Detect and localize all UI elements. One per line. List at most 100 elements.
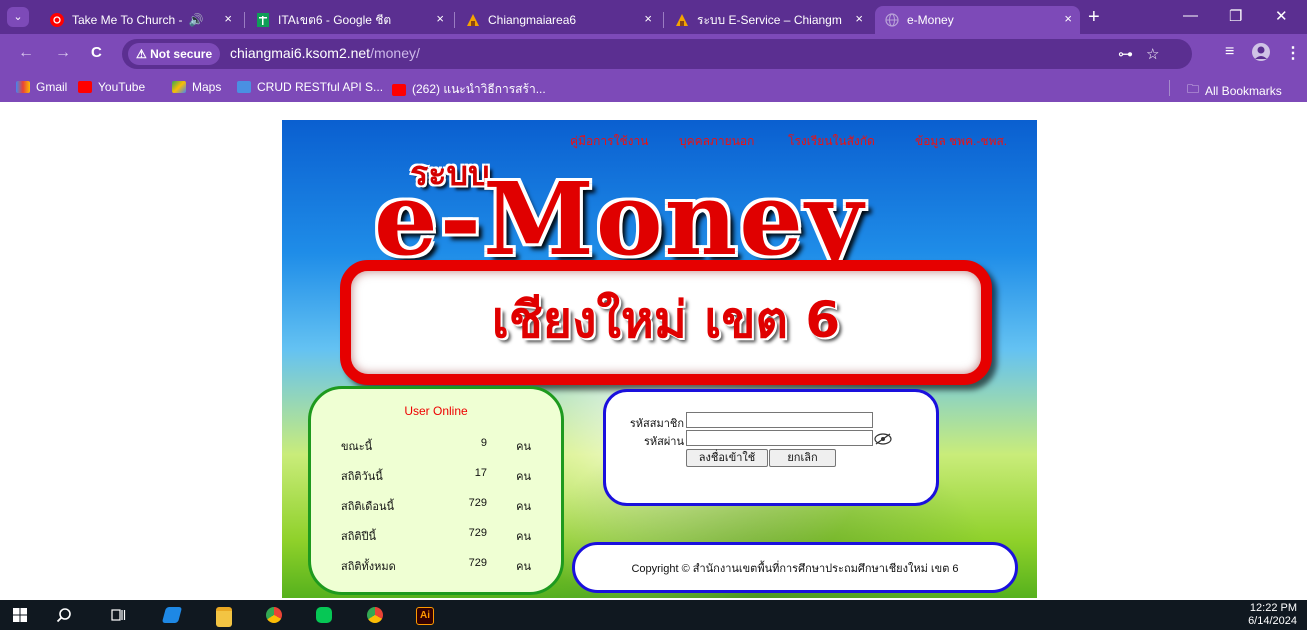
tab-e-money[interactable]: e-Money × xyxy=(875,6,1080,34)
stat-row: สถิติเดือนนี้ 729 คน xyxy=(341,497,531,513)
tab-search-button[interactable]: ⌄ xyxy=(7,7,29,27)
login-button[interactable]: ลงชื่อเข้าใช้ xyxy=(686,449,768,467)
copyright-panel: Copyright © สำนักงานเขตพื้นที่การศึกษาปร… xyxy=(572,542,1018,593)
bookmark-maps[interactable]: Maps xyxy=(172,80,221,94)
chrome-icon[interactable] xyxy=(367,607,383,623)
user-online-panel: User Online ขณะนี้ 9 คน สถิติวันนี้ 17 คน สถ… xyxy=(308,386,564,595)
password-input[interactable] xyxy=(686,430,873,446)
close-tab-icon[interactable]: × xyxy=(436,11,444,26)
area-banner: เชียงใหม่ เขต 6 xyxy=(340,260,992,385)
stat-value: 729 xyxy=(468,497,487,509)
all-bookmarks[interactable]: 🗀 All Bookmarks xyxy=(1187,80,1282,101)
tablet-app-icon[interactable] xyxy=(161,607,183,623)
stat-row: สถิติวันนี้ 17 คน xyxy=(341,467,531,483)
taskbar: Ai 12:22 PM 6/14/2024 xyxy=(0,600,1307,630)
minimize-button[interactable]: — xyxy=(1183,7,1198,24)
youtube-music-icon xyxy=(50,13,64,27)
area-text: เชียงใหม่ เขต 6 xyxy=(491,291,841,349)
bookmarks-bar: Gmail YouTube Maps CRUD RESTful API S...… xyxy=(0,74,1307,102)
url-text[interactable]: chiangmai6.ksom2.net/money/ xyxy=(230,45,420,61)
tab-bar: ⌄ Take Me To Church - 🔊 × ITAเขต6 - Goog… xyxy=(0,0,1307,34)
bookmark-youtube-video[interactable]: (262) แนะนำวิธีการสร้า... xyxy=(392,80,546,99)
security-label: Not secure xyxy=(150,47,213,61)
stat-unit: คน xyxy=(516,561,531,573)
close-window-button[interactable]: ✕ xyxy=(1275,7,1288,25)
tab-title: Chiangmaiarea6 xyxy=(488,13,577,27)
tab-title: Take Me To Church - xyxy=(72,13,183,27)
menu-icon[interactable]: ⋮ xyxy=(1285,43,1301,63)
stat-value: 729 xyxy=(468,557,487,569)
all-bookmarks-label: All Bookmarks xyxy=(1205,83,1282,98)
tab-title: e-Money xyxy=(907,13,954,27)
globe-icon xyxy=(885,13,899,27)
reload-button[interactable]: C xyxy=(91,44,102,61)
tab-ita-sheets[interactable]: ITAเขต6 - Google ชีต × xyxy=(246,6,452,34)
stat-value: 17 xyxy=(474,467,487,479)
password-key-icon[interactable]: ⊶ xyxy=(1118,45,1133,63)
maps-icon xyxy=(172,81,186,93)
youtube-icon xyxy=(392,83,406,96)
bookmark-label: YouTube xyxy=(98,80,146,94)
bookmark-gmail[interactable]: Gmail xyxy=(16,80,67,94)
bookmark-youtube[interactable]: YouTube xyxy=(78,80,145,94)
gmail-icon xyxy=(16,81,30,93)
youtube-icon xyxy=(78,81,92,93)
tab-title: ITAเขต6 - Google ชีต xyxy=(278,12,392,27)
security-chip[interactable]: ⚠ Not secure xyxy=(128,43,221,65)
bookmark-crud-api[interactable]: CRUD RESTful API S... xyxy=(237,80,383,94)
folder-icon: 🗀 xyxy=(1187,82,1200,96)
speaker-icon[interactable]: 🔊 xyxy=(189,13,204,27)
forward-button[interactable]: → xyxy=(55,44,71,62)
monitor-icon xyxy=(237,81,251,93)
reading-list-icon[interactable]: ≡ xyxy=(1225,43,1234,61)
task-view-icon[interactable] xyxy=(110,607,126,623)
nav-outsiders-link[interactable]: บุคคลภายนอก xyxy=(679,132,754,151)
bookmark-label: Maps xyxy=(192,80,222,94)
stat-unit: คน xyxy=(516,441,531,453)
stat-row: สถิติทั้งหมด 729 คน xyxy=(341,557,531,573)
close-tab-icon[interactable]: × xyxy=(855,11,863,26)
bookmark-label: (262) แนะนำวิธีการสร้า... xyxy=(412,82,546,96)
tab-chiangmaiarea6[interactable]: Chiangmaiarea6 × xyxy=(456,6,660,34)
close-tab-icon[interactable]: × xyxy=(224,11,232,26)
member-id-input[interactable] xyxy=(686,412,873,428)
stat-label: สถิติทั้งหมด xyxy=(341,561,396,573)
restore-button[interactable]: ❐ xyxy=(1229,7,1242,25)
stat-label: สถิติวันนี้ xyxy=(341,471,383,483)
illustrator-icon[interactable]: Ai xyxy=(416,607,434,625)
windows-start-icon[interactable] xyxy=(12,607,28,623)
address-bar[interactable]: ⚠ Not secure chiangmai6.ksom2.net/money/… xyxy=(122,39,1192,69)
stat-label: สถิติเดือนนี้ xyxy=(341,501,395,513)
bookmark-label: Gmail xyxy=(36,80,68,94)
nav-chpk-link[interactable]: ข้อมูล ชพค.-ชพส. xyxy=(915,132,1007,151)
stat-label: สถิติปีนี้ xyxy=(341,531,377,543)
clock-time: 12:22 PM xyxy=(1249,602,1297,614)
sheets-icon xyxy=(257,13,269,27)
tab-take-me-to-church[interactable]: Take Me To Church - 🔊 × xyxy=(40,6,240,34)
nav-schools-link[interactable]: โรงเรียนในสังกัด xyxy=(788,132,875,151)
stat-unit: คน xyxy=(516,501,531,513)
nav-manual-link[interactable]: คู่มือการใช้งาน xyxy=(570,132,648,151)
stat-label: ขณะนี้ xyxy=(341,441,373,453)
line-app-icon[interactable] xyxy=(316,607,332,623)
back-button[interactable]: ← xyxy=(18,44,34,62)
cancel-button[interactable]: ยกเลิก xyxy=(769,449,836,467)
stat-value: 729 xyxy=(468,527,487,539)
clock-date: 6/14/2024 xyxy=(1248,615,1297,627)
close-tab-icon[interactable]: × xyxy=(644,11,652,26)
system-clock[interactable]: 12:22 PM 6/14/2024 xyxy=(1248,602,1297,628)
close-tab-icon[interactable]: × xyxy=(1064,11,1072,26)
chrome-icon[interactable] xyxy=(266,607,282,623)
url-domain: chiangmai6.ksom2.net xyxy=(230,45,371,61)
warning-icon: ⚠ xyxy=(136,47,151,61)
profile-avatar[interactable] xyxy=(1252,43,1270,66)
new-tab-button[interactable]: + xyxy=(1088,6,1100,28)
bookmark-star-icon[interactable]: ☆ xyxy=(1146,45,1159,63)
eye-off-icon[interactable] xyxy=(874,433,892,445)
tab-e-service[interactable]: ระบบ E-Service – Chiangm × xyxy=(665,6,871,34)
copyright-text: Copyright © สำนักงานเขตพื้นที่การศึกษาปร… xyxy=(631,563,959,575)
stat-unit: คน xyxy=(516,531,531,543)
tab-title: ระบบ E-Service – Chiangm xyxy=(697,12,842,27)
file-explorer-icon[interactable] xyxy=(216,607,232,627)
search-icon[interactable] xyxy=(56,607,72,623)
